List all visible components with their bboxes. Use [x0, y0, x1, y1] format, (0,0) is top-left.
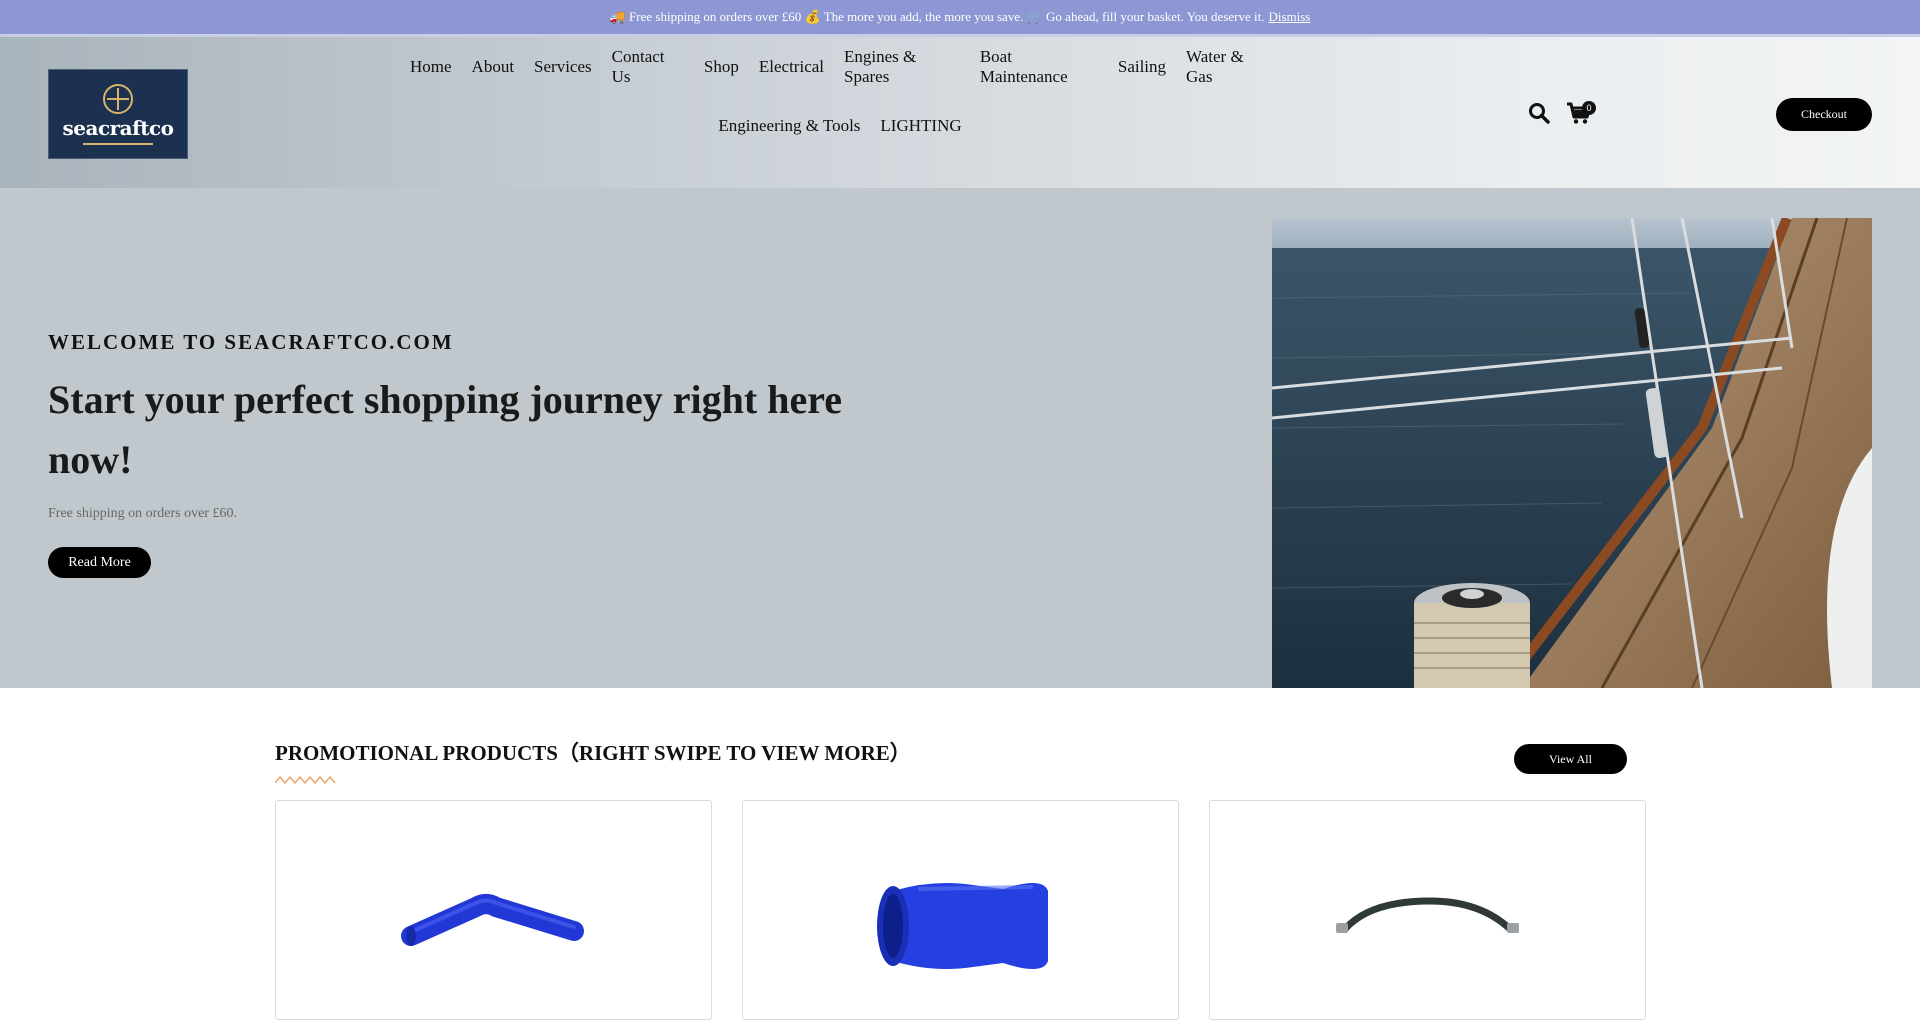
site-logo[interactable]: seacraftco: [48, 69, 188, 159]
product-image-black-hose: [1336, 897, 1519, 933]
hero-image-sailboat-deck: [1272, 218, 1872, 688]
hero-eyebrow: WELCOME TO SEACRAFTCO.COM: [48, 330, 454, 354]
nav-link-contact-us[interactable]: Contact Us: [612, 47, 684, 87]
hero-banner: WELCOME TO SEACRAFTCO.COM Start your per…: [0, 188, 1920, 688]
nav-link-sailing[interactable]: Sailing: [1118, 57, 1166, 77]
checkout-button[interactable]: Checkout: [1776, 98, 1872, 131]
nav-link-services[interactable]: Services: [534, 57, 592, 77]
nav-link-engines-and-spares[interactable]: Engines & Spares: [844, 47, 960, 87]
compass-emblem-icon: [103, 83, 133, 114]
zigzag-divider-icon: [275, 775, 336, 785]
nav-link-shop[interactable]: Shop: [704, 57, 739, 77]
hero-headline: Start your perfect shopping journey righ…: [48, 377, 843, 482]
search-icon[interactable]: [1528, 102, 1550, 124]
product-image-blue-elbow-hose: [401, 894, 584, 946]
nav-link-lighting[interactable]: LIGHTING: [880, 116, 961, 136]
nav-link-about[interactable]: About: [472, 57, 515, 77]
nav-link-electrical[interactable]: Electrical: [759, 57, 824, 77]
main-nav: Home About Services Contact Us Shop Electrica…: [400, 37, 1280, 155]
product-card[interactable]: [742, 800, 1179, 1020]
announcement-text: 🚚 Free shipping on orders over £60 💰 The…: [609, 9, 1265, 24]
promo-section-title: PROMOTIONAL PRODUCTS（RIGHT SWIPE TO VIEW…: [275, 741, 911, 765]
nav-link-boat-maintenance[interactable]: Boat Maintenance: [980, 47, 1098, 87]
logo-wave: [83, 142, 153, 145]
logo-wordmark: seacraftco: [62, 115, 174, 140]
hero-subtext: Free shipping on orders over £60.: [48, 506, 237, 521]
announcement-bar: 🚚 Free shipping on orders over £60 💰 The…: [0, 0, 1920, 37]
read-more-button[interactable]: Read More: [48, 547, 151, 578]
product-card[interactable]: [275, 800, 712, 1020]
product-image-blue-reducer: [877, 882, 1048, 970]
nav-link-home[interactable]: Home: [410, 57, 452, 77]
main-nav-row-1: Home About Services Contact Us Shop Electrica…: [400, 37, 1280, 96]
view-all-button[interactable]: View All: [1514, 744, 1627, 774]
dismiss-link[interactable]: Dismiss: [1268, 9, 1310, 25]
nav-link-engineering-and-tools[interactable]: Engineering & Tools: [718, 116, 860, 136]
nav-link-water-and-gas[interactable]: Water & Gas: [1186, 47, 1270, 87]
product-card[interactable]: [1209, 800, 1646, 1020]
cart-count-badge: 0: [1582, 101, 1596, 115]
site-header: seacraftco Home About Services Contact Us Sh…: [0, 37, 1920, 188]
main-nav-row-2: Engineering & Tools LIGHTING: [400, 96, 1280, 155]
